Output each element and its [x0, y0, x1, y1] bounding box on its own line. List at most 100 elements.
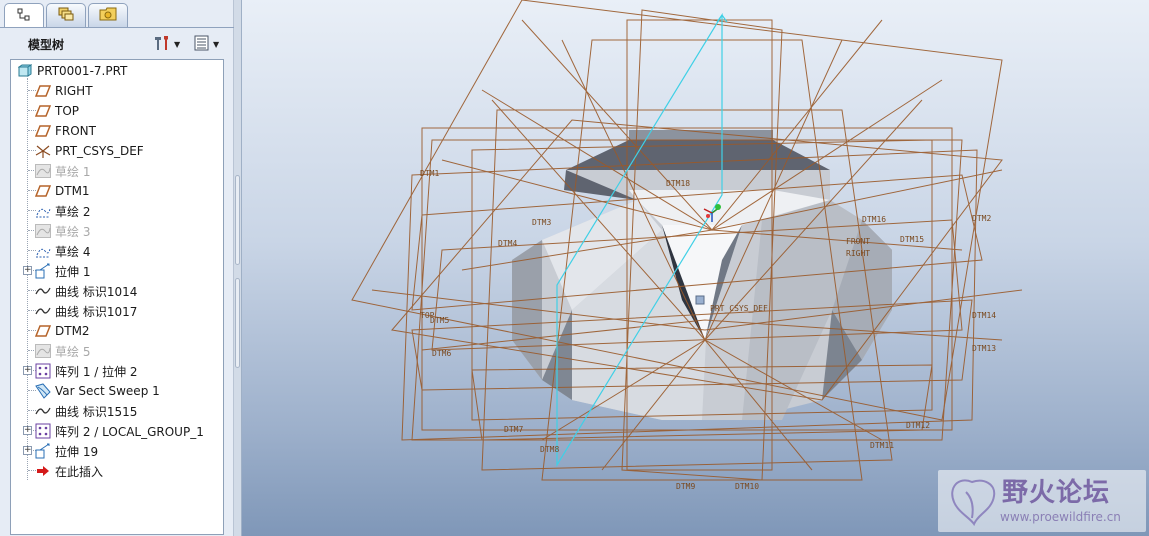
datum-label-dtm3: DTM3 [532, 218, 551, 227]
tree-item-label: 草绘 2 [55, 204, 91, 219]
model-graphics: DTM1 DTM2 DTM3 DTM4 DTM5 DTM6 DTM7 DTM8 … [351, 0, 1023, 491]
datum-plane-icon [35, 83, 51, 99]
tree-item-front[interactable]: FRONT [35, 121, 96, 141]
sweep-icon [35, 383, 51, 399]
tree-item-label: 曲线 标识1014 [55, 284, 138, 299]
datum-label-dtm16: DTM16 [862, 215, 886, 224]
tree-item-label: 在此插入 [55, 464, 104, 479]
tree-item-insert-here[interactable]: 在此插入 [35, 461, 103, 481]
model-tree-panel: 模型树 ▼ ▼ PRT0001-7.PRT RIGHT TOP FRONT PR… [0, 0, 234, 536]
tree-header: 模型树 ▼ ▼ [0, 30, 234, 58]
tree-item-label: 草绘 4 [55, 244, 91, 259]
tree-item-pattern-1[interactable]: 阵列 1 / 拉伸 2 [35, 361, 138, 381]
expand-toggle[interactable]: + [23, 266, 32, 275]
tree-item-curve-1515[interactable]: 曲线 标识1515 [35, 401, 137, 421]
expand-toggle[interactable]: + [23, 446, 32, 455]
datum-plane-icon [35, 323, 51, 339]
tree-item-var-sect-sweep[interactable]: Var Sect Sweep 1 [35, 381, 160, 401]
tree-item-label: RIGHT [55, 84, 93, 98]
tree-item-extrude-19[interactable]: 拉伸 19 [35, 441, 98, 461]
datum-label-dtm7: DTM7 [504, 425, 523, 434]
pattern-icon [35, 363, 51, 379]
tree-item-root[interactable]: PRT0001-7.PRT [17, 61, 127, 81]
sketch-icon [35, 223, 51, 239]
tree-item-label: 草绘 5 [55, 344, 91, 359]
sketch-icon [35, 343, 51, 359]
extrude-icon [35, 263, 51, 279]
tree-settings-button[interactable]: ▼ [152, 33, 180, 55]
splitter-grip[interactable] [235, 278, 240, 368]
tree-item-label: 曲线 标识1017 [55, 304, 138, 319]
tree-item-sketch-4[interactable]: 草绘 4 [35, 241, 90, 261]
datum-label-dtm14: DTM14 [972, 311, 996, 320]
tree-item-label: DTM2 [55, 324, 90, 338]
chevron-down-icon: ▼ [213, 39, 220, 49]
tree-item-label: PRT0001-7.PRT [37, 64, 128, 78]
datum-label-dtm15: DTM15 [900, 235, 924, 244]
datum-label-dtm2: DTM2 [972, 214, 991, 223]
insert-here-arrow-icon [35, 463, 51, 479]
sketch-icon [35, 243, 51, 259]
datum-label-dtm6: DTM6 [432, 349, 451, 358]
tree-item-dtm1[interactable]: DTM1 [35, 181, 90, 201]
datum-label-front: FRONT [846, 237, 870, 246]
tree-item-curve-1014[interactable]: 曲线 标识1014 [35, 281, 137, 301]
tree-item-label: PRT_CSYS_DEF [55, 144, 144, 158]
tab-model-tree[interactable] [4, 3, 44, 28]
tree-item-label: 草绘 3 [55, 224, 91, 239]
datum-label-dtm11: DTM11 [870, 441, 894, 450]
favorites-folder-icon [99, 6, 117, 25]
tree-item-csys[interactable]: PRT_CSYS_DEF [35, 141, 144, 161]
tree-title: 模型树 [28, 38, 65, 52]
graphics-viewport[interactable]: DTM1 DTM2 DTM3 DTM4 DTM5 DTM6 DTM7 DTM8 … [242, 0, 1149, 536]
expand-toggle[interactable]: + [23, 366, 32, 375]
datum-label-dtm1: DTM1 [420, 169, 439, 178]
tree-item-right[interactable]: RIGHT [35, 81, 93, 101]
panel-splitter[interactable] [234, 0, 242, 536]
tree-item-pattern-2[interactable]: 阵列 2 / LOCAL_GROUP_1 [35, 421, 204, 441]
tab-favorites[interactable] [88, 3, 128, 27]
curve-icon [35, 303, 51, 319]
csys-icon [35, 143, 51, 159]
tree-item-sketch-3[interactable]: 草绘 3 [35, 221, 90, 241]
part-icon [17, 63, 33, 79]
watermark: 野火论坛 www.proewildfire.cn [938, 470, 1146, 532]
tree-item-label: 拉伸 1 [55, 264, 91, 279]
tree-item-label: 拉伸 19 [55, 444, 99, 459]
datum-plane-icon [35, 183, 51, 199]
model-tree: PRT0001-7.PRT RIGHT TOP FRONT PRT_CSYS_D… [10, 59, 224, 535]
extrude-icon [35, 443, 51, 459]
tree-item-label: 曲线 标识1515 [55, 404, 138, 419]
sketch-icon [35, 163, 51, 179]
tree-columns-button[interactable]: ▼ [193, 33, 219, 55]
tree-item-curve-1017[interactable]: 曲线 标识1017 [35, 301, 137, 321]
tree-item-sketch-2[interactable]: 草绘 2 [35, 201, 90, 221]
curve-icon [35, 283, 51, 299]
tree-item-label: TOP [55, 104, 80, 118]
solid-model [512, 130, 892, 420]
tree-item-label: 阵列 2 / LOCAL_GROUP_1 [55, 424, 204, 439]
tab-layers[interactable] [46, 3, 86, 27]
tree-item-sketch-1[interactable]: 草绘 1 [35, 161, 90, 181]
layers-icon [57, 6, 75, 25]
datum-label-dtm10: DTM10 [735, 482, 759, 491]
watermark-url: www.proewildfire.cn [1000, 510, 1121, 524]
tree-item-extrude-1[interactable]: 拉伸 1 [35, 261, 90, 281]
tree-item-dtm2[interactable]: DTM2 [35, 321, 90, 341]
datum-label-top: TOP [420, 311, 435, 320]
datum-plane-icon [35, 123, 51, 139]
pattern-icon [35, 423, 51, 439]
tree-item-sketch-5[interactable]: 草绘 5 [35, 341, 90, 361]
datum-label-dtm4: DTM4 [498, 239, 517, 248]
watermark-brand: 野火论坛 [1002, 478, 1111, 508]
datum-label-dtm18: DTM18 [666, 179, 690, 188]
splitter-grip[interactable] [235, 175, 240, 265]
datum-label-dtm13: DTM13 [972, 344, 996, 353]
tree-item-top[interactable]: TOP [35, 101, 79, 121]
tree-settings-icon [152, 34, 172, 55]
tab-divider [0, 27, 234, 28]
tree-item-label: FRONT [55, 124, 96, 138]
curve-icon [35, 403, 51, 419]
datum-plane-icon [35, 103, 51, 119]
expand-toggle[interactable]: + [23, 426, 32, 435]
